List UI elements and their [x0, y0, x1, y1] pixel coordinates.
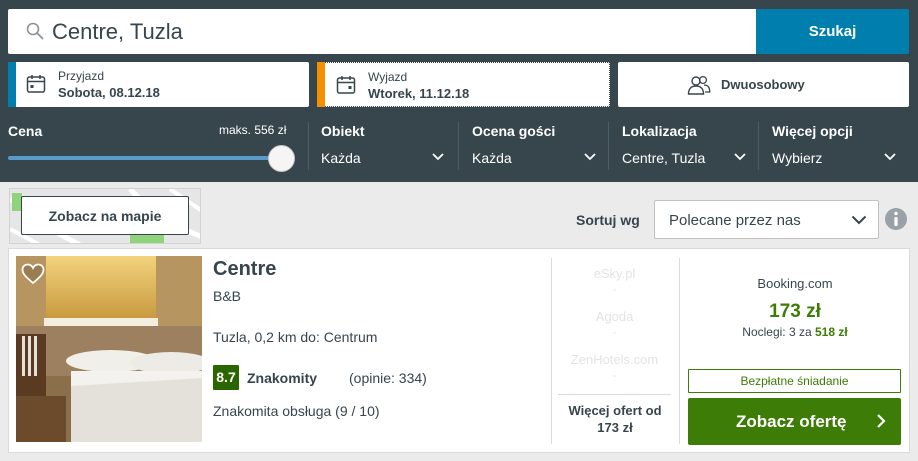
room-type-selector[interactable]: Dwuosobowy: [618, 62, 909, 107]
rating-count[interactable]: (opinie: 334): [349, 370, 427, 386]
other-site-price: -: [612, 370, 617, 382]
more-offers-divider: [558, 394, 671, 395]
heart-icon[interactable]: [21, 263, 45, 285]
chevron-down-icon[interactable]: [884, 153, 896, 161]
filter-divider: [758, 122, 759, 170]
review-highlight: Znakomita obsługa (9 / 10): [213, 403, 380, 419]
nights-prefix: Noclegi: 3 za: [742, 325, 812, 339]
more-offers-price: 173 zł: [597, 420, 633, 435]
other-site-name[interactable]: eSky.pl: [557, 266, 672, 281]
rating-text[interactable]: Znakomity: [247, 370, 317, 386]
free-breakfast-badge: Bezpłatne śniadanie: [688, 369, 901, 393]
location-filter-value[interactable]: Centre, Tuzla: [622, 150, 705, 166]
more-offers-link[interactable]: Więcej ofert od 173 zł: [557, 402, 673, 436]
checkout-label: Wyjazd: [368, 70, 408, 84]
property-filter-value[interactable]: Każda: [321, 150, 361, 166]
deal-provider: Booking.com: [757, 276, 833, 291]
nights-total: Noclegi: 3 za 518 zł: [686, 325, 904, 339]
checkin-value: Sobota, 08.12.18: [58, 85, 160, 100]
filter-divider: [458, 122, 459, 170]
card-divider: [551, 258, 552, 444]
more-offers-label: Więcej ofert od: [568, 403, 662, 418]
price-slider-handle[interactable]: [268, 145, 295, 172]
sort-selected-value: Polecane przez nas: [669, 212, 801, 229]
property-filter-title: Obiekt: [321, 123, 365, 139]
other-site-name[interactable]: ZenHotels.com: [557, 352, 672, 367]
view-on-map-button[interactable]: Zobacz na mapie: [21, 196, 189, 235]
more-options-value[interactable]: Wybierz: [772, 150, 822, 166]
chevron-right-icon[interactable]: [876, 413, 886, 429]
checkin-accent-bar: [8, 62, 16, 107]
search-icon: [26, 22, 44, 40]
rating-filter-value[interactable]: Każda: [472, 150, 512, 166]
hotel-type: B&B: [213, 288, 242, 304]
other-site-price: -: [612, 327, 617, 339]
rating-filter-title: Ocena gości: [472, 123, 556, 139]
sort-label: Sortuj wg: [576, 212, 640, 228]
chevron-down-icon[interactable]: [734, 153, 746, 161]
checkout-date-field[interactable]: Wyjazd Wtorek, 11.12.18: [317, 62, 610, 107]
chevron-down-icon[interactable]: [432, 153, 444, 161]
search-button[interactable]: Szukaj: [756, 9, 909, 54]
chevron-down-icon: [851, 215, 867, 225]
price-slider-track[interactable]: [8, 156, 284, 160]
chevron-down-icon[interactable]: [584, 153, 596, 161]
search-input[interactable]: [52, 9, 742, 54]
other-site-name[interactable]: Agoda: [557, 309, 672, 324]
calendar-icon: [26, 75, 46, 93]
hotel-name[interactable]: Centre: [213, 258, 276, 281]
filter-divider: [308, 122, 309, 170]
sort-dropdown[interactable]: Polecane przez nas: [654, 200, 879, 239]
checkout-accent-bar: [317, 62, 325, 107]
price-filter-title: Cena: [8, 123, 43, 139]
calendar-checkout-icon: [336, 76, 356, 94]
hotel-location[interactable]: Tuzla, 0,2 km do: Centrum: [213, 329, 377, 345]
more-options-title: Więcej opcji: [772, 123, 853, 139]
checkin-label: Przyjazd: [58, 69, 105, 83]
other-site-price: -: [612, 284, 617, 296]
deal-price[interactable]: 173 zł: [686, 301, 904, 323]
nights-total-price: 518 zł: [815, 325, 848, 339]
card-divider: [679, 258, 680, 444]
checkin-date-field[interactable]: Przyjazd Sobota, 08.12.18: [8, 62, 309, 107]
room-type-label: Dwuosobowy: [721, 77, 805, 92]
view-deal-button[interactable]: Zobacz ofertę: [688, 398, 901, 445]
rating-score-badge: 8.7: [213, 365, 239, 390]
users-icon: [687, 75, 711, 95]
location-filter-title: Lokalizacja: [622, 123, 697, 139]
filter-divider: [608, 122, 609, 170]
info-icon[interactable]: [884, 207, 908, 231]
checkout-value: Wtorek, 11.12.18: [368, 86, 470, 101]
price-max-value: maks. 556 zł: [219, 123, 287, 137]
